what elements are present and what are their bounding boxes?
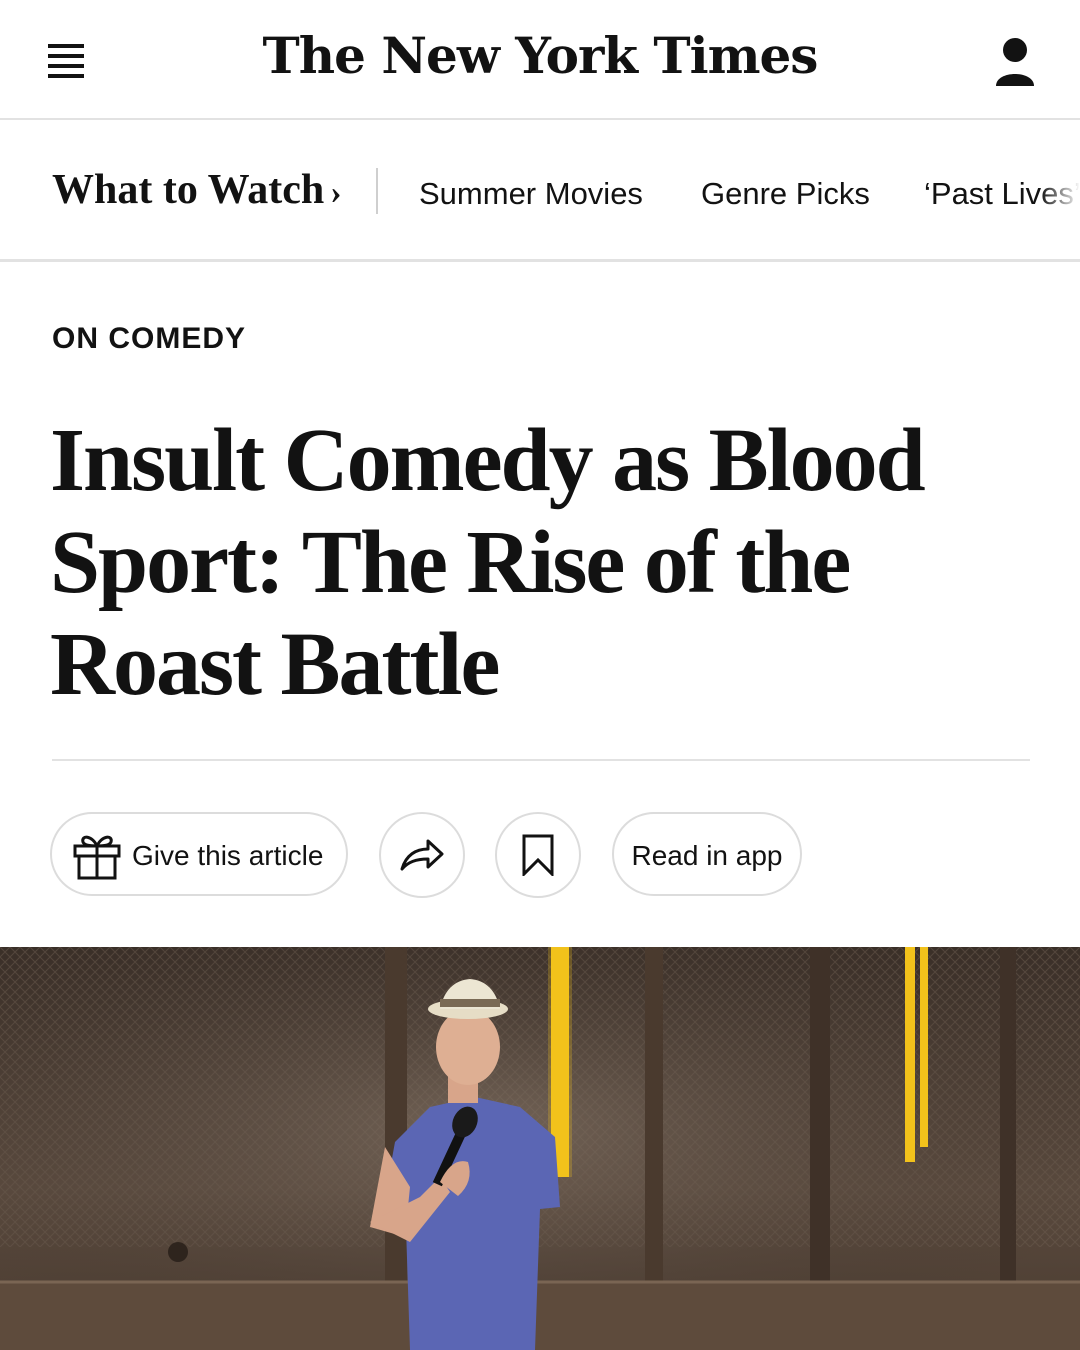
nav-link-summer-movies[interactable]: Summer Movies <box>419 176 643 212</box>
article-photo <box>0 947 1080 1350</box>
user-account-icon[interactable] <box>992 36 1038 90</box>
nav-divider <box>376 168 378 214</box>
share-button[interactable] <box>379 812 465 898</box>
give-article-label: Give this article <box>132 840 324 871</box>
read-in-app-label: Read in app <box>631 840 783 871</box>
nyt-logo[interactable]: The New York Times <box>0 26 1080 85</box>
masthead: The New York Times <box>0 0 1080 120</box>
nav-link-genre-picks[interactable]: Genre Picks <box>701 176 870 212</box>
bookmark-button[interactable] <box>495 812 581 898</box>
nav-fade <box>1040 122 1080 259</box>
article-headline: Insult Comedy as Blood Sport: The Rise o… <box>50 411 926 714</box>
section-title-label: What to Watch <box>52 167 325 213</box>
bookmark-icon <box>522 834 554 876</box>
section-nav: What to Watch › Summer Movies Genre Picks… <box>0 122 1080 262</box>
article-kicker[interactable]: ON COMEDY <box>52 322 246 356</box>
comedian-on-stage-photo <box>0 947 1080 1350</box>
header-divider <box>52 759 1030 761</box>
gift-icon <box>73 835 121 880</box>
section-title-what-to-watch[interactable]: What to Watch › <box>52 166 342 214</box>
give-article-button[interactable]: Give this article <box>50 812 348 896</box>
read-in-app-button[interactable]: Read in app <box>612 812 802 896</box>
share-arrow-icon <box>400 839 444 871</box>
chevron-right-icon: › <box>330 174 342 211</box>
